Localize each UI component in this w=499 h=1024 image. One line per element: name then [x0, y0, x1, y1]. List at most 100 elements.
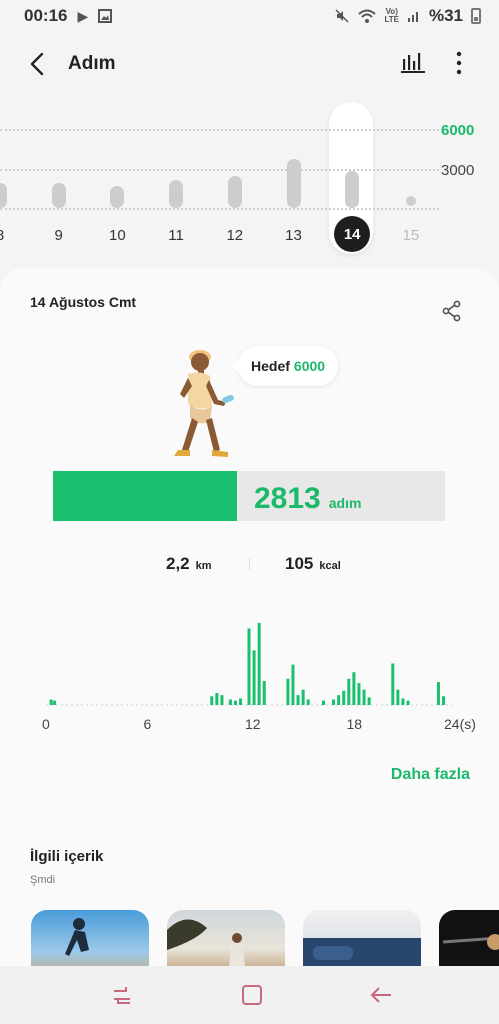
hourly-tick-label: 12 — [245, 716, 261, 732]
home-icon[interactable] — [240, 983, 264, 1007]
hourly-bar — [396, 689, 400, 705]
related-content-title: İlgili içerik — [30, 848, 104, 865]
wifi-icon — [358, 9, 377, 23]
hourly-bar — [362, 689, 366, 705]
hourly-bar — [52, 700, 56, 705]
bar-chart-icon[interactable] — [401, 50, 425, 74]
hourly-steps-chart[interactable]: 0 6 12 18 24(s) — [40, 613, 476, 733]
bed-icon — [303, 938, 421, 968]
hourly-bar — [321, 700, 325, 705]
goal-bubble: Hedef 6000 — [230, 346, 339, 386]
metrics-row: 2,2 km 105 kcal — [0, 554, 499, 574]
goal-line — [0, 129, 439, 131]
hourly-bar — [291, 664, 295, 705]
day-label-13[interactable]: 13 — [274, 227, 314, 244]
day-bar-15[interactable] — [405, 196, 416, 206]
hourly-bar — [337, 695, 341, 705]
day-label-12[interactable]: 12 — [215, 227, 255, 244]
hourly-bar — [210, 696, 214, 705]
related-card-dark[interactable] — [439, 910, 499, 968]
hourly-bar — [257, 623, 261, 705]
runner-silhouette-icon — [65, 918, 89, 956]
hourly-bar — [442, 696, 446, 705]
related-card-runner-sky[interactable] — [31, 910, 149, 968]
status-time: 00:16 — [24, 6, 68, 25]
system-nav-bar — [0, 966, 499, 1024]
day-detail-card: 14 Ağustos Cmt Hedef 6000 2813 adım 2,2 … — [0, 268, 499, 968]
signal-icon — [407, 12, 418, 22]
day-bar-8[interactable] — [0, 182, 7, 208]
hourly-bar — [49, 699, 53, 705]
calories-value: 105 — [285, 554, 314, 573]
day-label-15[interactable]: 15 — [391, 227, 431, 244]
hourly-tick-label: 24(s) — [444, 716, 476, 732]
hourly-bar — [228, 699, 232, 705]
related-content-subtitle: Şmdi — [30, 874, 56, 886]
goal-axis-label: 6000 — [441, 122, 475, 139]
related-content-carousel[interactable] — [0, 910, 499, 968]
hourly-bar — [296, 695, 300, 705]
steps-value: 2813 — [254, 482, 321, 515]
goal-prefix: Hedef — [251, 358, 290, 374]
steps-progress-bar — [53, 471, 445, 521]
tree-runner-icon — [167, 919, 245, 968]
app-bar: Adım — [0, 38, 499, 90]
share-icon[interactable] — [441, 300, 463, 322]
day-bar-12[interactable] — [227, 176, 242, 208]
related-card-runner-trees[interactable] — [167, 910, 285, 968]
hourly-bar — [252, 650, 256, 705]
goal-value: 6000 — [293, 358, 326, 374]
hourly-bar — [306, 699, 310, 705]
distance-unit: km — [195, 560, 212, 572]
hourly-tick-label: 6 — [143, 716, 152, 732]
steps-count: 2813 adım — [254, 482, 361, 516]
play-icon: ▶ — [77, 7, 89, 24]
hourly-bar — [352, 672, 356, 705]
day-label-8[interactable]: 8 — [0, 227, 20, 244]
battery-text: %31 — [428, 6, 463, 25]
hourly-bar — [391, 663, 395, 705]
hourly-bar — [247, 628, 251, 705]
distance-metric: 2,2 km — [166, 554, 212, 574]
hourly-bar — [239, 698, 243, 705]
hourly-bar — [436, 682, 440, 705]
more-details-link[interactable]: Daha fazla — [391, 766, 470, 784]
hourly-bar — [220, 695, 224, 705]
daily-steps-chart[interactable]: 6000 3000 8 9 10 11 12 13 14 15 — [0, 95, 499, 260]
battery-icon — [471, 8, 481, 24]
hourly-bar — [215, 692, 219, 705]
back-icon[interactable] — [24, 50, 52, 78]
hourly-bar — [342, 690, 346, 705]
day-label-9[interactable]: 9 — [39, 227, 79, 244]
more-vert-icon[interactable] — [447, 50, 471, 76]
back-nav-icon[interactable] — [369, 983, 393, 1007]
selected-day-label[interactable]: 14 — [334, 216, 371, 252]
hourly-bar — [367, 697, 371, 705]
selected-date: 14 Ağustos Cmt — [30, 294, 137, 310]
distance-value: 2,2 — [166, 554, 190, 573]
mid-axis-label: 3000 — [441, 162, 475, 179]
steps-unit: adım — [328, 495, 362, 511]
hourly-bar — [401, 698, 405, 705]
day-bar-13[interactable] — [286, 159, 301, 208]
hourly-bar — [233, 700, 237, 705]
baseline — [0, 208, 439, 210]
volte-icon: Vo) LTE — [384, 8, 399, 24]
mute-icon — [335, 9, 349, 23]
related-card-sleep[interactable] — [303, 910, 421, 968]
page-title: Adım — [68, 53, 116, 74]
day-bar-10[interactable] — [110, 185, 125, 208]
mid-line — [0, 169, 439, 171]
day-bar-14[interactable] — [345, 170, 360, 208]
hourly-chart-svg — [46, 623, 452, 706]
day-label-11[interactable]: 11 — [156, 227, 196, 244]
hourly-bar — [286, 678, 290, 705]
metrics-divider — [249, 558, 250, 570]
hourly-bar — [357, 683, 361, 705]
hourly-tick-label: 18 — [346, 716, 363, 732]
recent-apps-icon[interactable] — [110, 983, 134, 1007]
steps-progress-fill — [53, 471, 237, 521]
day-label-10[interactable]: 10 — [97, 227, 137, 244]
day-bar-9[interactable] — [51, 182, 66, 208]
day-bar-11[interactable] — [169, 180, 184, 208]
